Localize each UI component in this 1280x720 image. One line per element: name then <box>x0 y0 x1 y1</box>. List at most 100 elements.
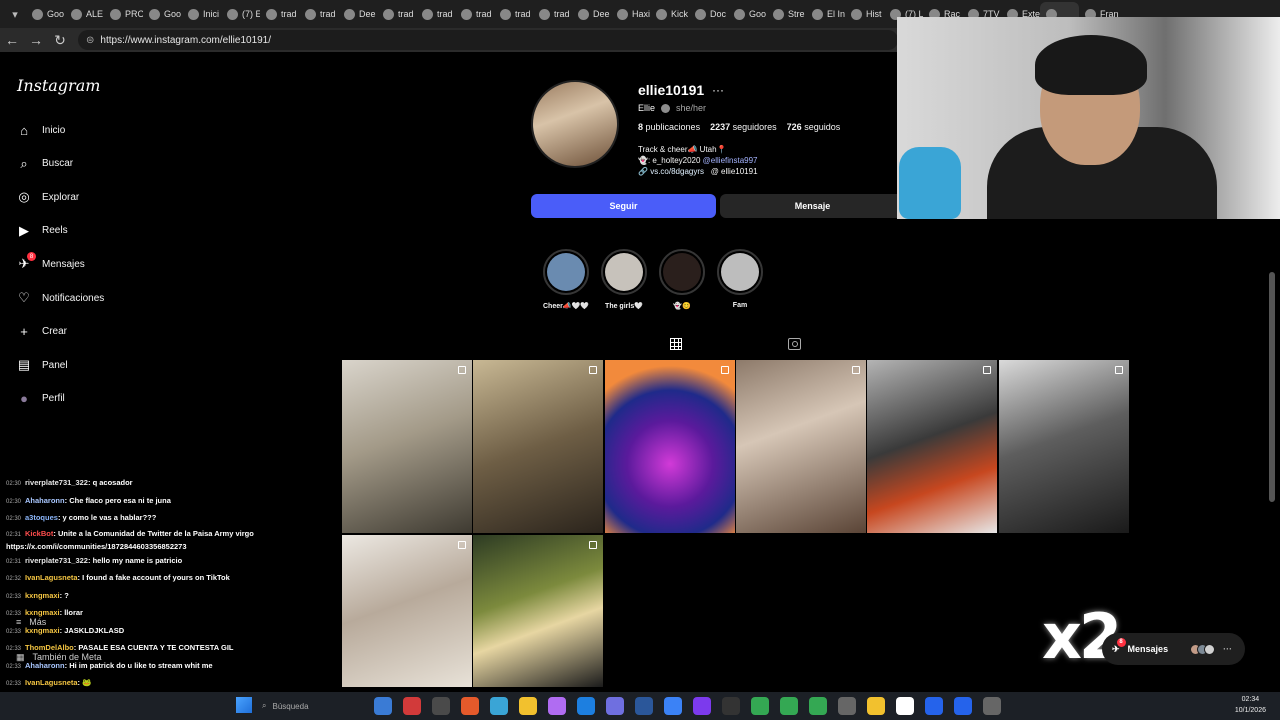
url-field[interactable]: ⊜ https://www.instagram.com/ellie10191/ <box>78 30 898 50</box>
browser-tab[interactable]: trad <box>416 2 455 26</box>
story-highlight[interactable]: The girls🤍 <box>594 249 654 310</box>
threads-badge-icon[interactable] <box>661 103 671 113</box>
chat-username[interactable]: kxngmaxi <box>25 608 60 617</box>
followers-count[interactable]: 2237 seguidores <box>710 122 777 132</box>
bio-threads-link[interactable]: ellie10191 <box>721 167 757 176</box>
posts-grid-tab-icon[interactable] <box>669 337 682 350</box>
post-thumbnail[interactable] <box>867 360 998 533</box>
sidebar-item-panel[interactable]: ▤ Panel <box>16 355 68 375</box>
profile-options-icon[interactable]: ··· <box>712 83 724 97</box>
taskbar-app-icon[interactable] <box>635 697 653 715</box>
browser-tab[interactable]: trad <box>455 2 494 26</box>
taskbar-app-icon[interactable] <box>838 697 856 715</box>
browser-tab[interactable]: trad <box>260 2 299 26</box>
taskbar-app-icon[interactable] <box>693 697 711 715</box>
post-thumbnail[interactable] <box>604 360 735 533</box>
chat-username[interactable]: KickBot <box>25 529 53 538</box>
browser-tab[interactable]: Dee <box>338 2 377 26</box>
taskbar-app-icon[interactable] <box>983 697 1001 715</box>
browser-tab[interactable]: Doc <box>689 2 728 26</box>
browser-tab[interactable]: Goo <box>143 2 182 26</box>
taskbar-app-icon[interactable] <box>925 697 943 715</box>
forward-icon[interactable]: → <box>24 28 48 52</box>
page-scrollbar[interactable] <box>1268 272 1276 720</box>
browser-tab[interactable]: El In <box>806 2 845 26</box>
post-thumbnail[interactable] <box>735 360 866 533</box>
messages-floating-button[interactable]: ✈ 8 Mensajes ··· <box>1102 633 1245 665</box>
sidebar-item-explorar[interactable]: ◎ Explorar <box>16 187 79 207</box>
taskbar-app-icon[interactable] <box>548 697 566 715</box>
taskbar-app-icon[interactable] <box>896 697 914 715</box>
bio-external-link[interactable]: vs.co/8dgagyrs <box>650 167 704 176</box>
sidebar-item-mensajes[interactable]: ✈ 8 Mensajes <box>16 252 85 274</box>
browser-tab[interactable]: trad <box>533 2 572 26</box>
chat-username[interactable]: a3toques <box>25 513 58 522</box>
browser-tab[interactable]: (7) E <box>221 2 260 26</box>
chat-username[interactable]: riverplate731_322 <box>25 556 88 565</box>
story-highlight[interactable]: 👻😊 <box>652 249 712 310</box>
sidebar-item-buscar[interactable]: ⌕ Buscar <box>16 154 73 174</box>
browser-tab[interactable]: Inici <box>182 2 221 26</box>
sidebar-item-crear[interactable]: + Crear <box>16 322 67 342</box>
follow-button[interactable]: Seguir <box>531 194 716 218</box>
browser-tab[interactable]: Dee <box>572 2 611 26</box>
taskbar-app-icon[interactable] <box>577 697 595 715</box>
browser-tab[interactable]: Kick <box>650 2 689 26</box>
tab-menu-icon[interactable]: ▾ <box>4 4 26 24</box>
taskbar-app-icon[interactable] <box>664 697 682 715</box>
browser-tab[interactable]: trad <box>494 2 533 26</box>
taskbar-app-icon[interactable] <box>374 697 392 715</box>
post-thumbnail[interactable] <box>342 360 472 533</box>
browser-tab[interactable]: Hist <box>845 2 884 26</box>
chat-username[interactable]: IvanLagusneta <box>25 678 78 687</box>
taskbar-app-icon[interactable] <box>432 697 450 715</box>
sidebar-item-inicio[interactable]: ⌂ Inicio <box>16 120 65 140</box>
taskbar-app-icon[interactable] <box>461 697 479 715</box>
tagged-tab-icon[interactable] <box>788 338 801 350</box>
scrollbar-thumb[interactable] <box>1269 272 1275 502</box>
story-highlight[interactable]: Fam <box>710 249 770 309</box>
chat-username[interactable]: ThomDelAlbo <box>25 643 74 652</box>
taskbar-app-icon[interactable] <box>722 697 740 715</box>
taskbar-app-icon[interactable] <box>519 697 537 715</box>
taskbar-app-icon[interactable] <box>490 697 508 715</box>
chat-username[interactable]: IvanLagusneta <box>25 573 78 582</box>
instagram-logo[interactable]: Instagram <box>17 76 100 95</box>
post-thumbnail[interactable] <box>998 360 1129 533</box>
browser-tab[interactable]: PRO <box>104 2 143 26</box>
story-highlight[interactable]: Cheer📣🤍🤍 <box>536 249 596 310</box>
profile-avatar[interactable] <box>531 80 619 168</box>
browser-tab[interactable]: trad <box>377 2 416 26</box>
taskbar-app-icon[interactable] <box>403 697 421 715</box>
taskbar-app-icon[interactable] <box>780 697 798 715</box>
sidebar-item-notificaciones[interactable]: ♡ Notificaciones <box>16 288 104 308</box>
post-thumbnail[interactable] <box>473 360 604 533</box>
sidebar-item-perfil[interactable]: ● Perfil <box>16 389 65 409</box>
taskbar-app-icon[interactable] <box>751 697 769 715</box>
post-thumbnail[interactable] <box>473 535 604 687</box>
browser-tab[interactable]: Goo <box>26 2 65 26</box>
following-count[interactable]: 726 seguidos <box>787 122 841 132</box>
chat-username[interactable]: kxngmaxi <box>25 591 60 600</box>
chat-username[interactable]: riverplate731_322 <box>25 478 88 487</box>
chat-username[interactable]: Ahaharonn <box>25 496 65 505</box>
bio-mention-link[interactable]: @elliefinsta997 <box>703 156 758 165</box>
taskbar-clock[interactable]: 02:34 10/1/2026 <box>1235 694 1266 716</box>
taskbar-app-icon[interactable] <box>954 697 972 715</box>
message-button[interactable]: Mensaje <box>720 194 905 218</box>
chat-username[interactable]: Ahaharonn <box>25 661 65 670</box>
browser-tab[interactable]: Stre <box>767 2 806 26</box>
post-thumbnail[interactable] <box>342 535 472 687</box>
site-info-icon[interactable]: ⊜ <box>86 35 94 46</box>
browser-tab[interactable]: Goo <box>728 2 767 26</box>
browser-tab[interactable]: trad <box>299 2 338 26</box>
reload-icon[interactable]: ↻ <box>48 28 72 52</box>
taskbar-app-icon[interactable] <box>867 697 885 715</box>
taskbar-app-icon[interactable] <box>606 697 624 715</box>
chat-username[interactable]: kxngmaxi <box>25 626 60 635</box>
windows-start-icon[interactable] <box>236 697 252 713</box>
back-icon[interactable]: ← <box>0 28 24 52</box>
taskbar-app-icon[interactable] <box>809 697 827 715</box>
browser-tab[interactable]: ALE <box>65 2 104 26</box>
sidebar-item-reels[interactable]: ▶ Reels <box>16 221 68 241</box>
